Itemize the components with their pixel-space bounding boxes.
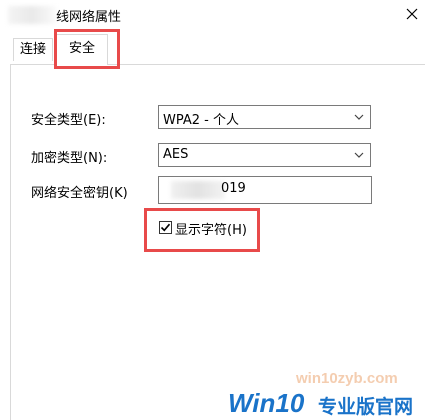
- close-icon[interactable]: [400, 2, 424, 26]
- watermark-brand-suffix: 专业版官网: [318, 396, 414, 418]
- security-type-select[interactable]: WPA2 - 个人: [158, 105, 371, 129]
- show-characters-label[interactable]: 显示字符(H): [175, 219, 247, 238]
- tab-security[interactable]: 安全: [56, 34, 108, 65]
- watermark-logo: Win10 专业版官网: [226, 388, 425, 419]
- chevron-down-icon: [354, 114, 364, 120]
- encryption-type-value: AES: [163, 147, 189, 162]
- blurred-title-prefix: [8, 6, 56, 24]
- window-title: 线网络属性: [56, 10, 122, 25]
- encryption-type-label: 加密类型(N):: [31, 151, 108, 166]
- show-characters-checkbox[interactable]: [159, 221, 172, 234]
- network-key-value: 019: [221, 181, 246, 196]
- network-key-label: 网络安全密钥(K): [31, 186, 128, 201]
- tab-connection[interactable]: 连接: [13, 38, 53, 61]
- watermark-site: win10zyb.com: [296, 370, 398, 387]
- encryption-type-select[interactable]: AES: [158, 143, 371, 167]
- network-key-input[interactable]: 019: [158, 176, 372, 204]
- checkmark-icon: [160, 223, 171, 232]
- watermark-brand: Win10: [228, 388, 305, 418]
- blurred-key-prefix: [171, 181, 225, 199]
- security-type-value: WPA2 - 个人: [163, 113, 239, 128]
- chevron-down-icon: [354, 152, 364, 158]
- title-bar: 线网络属性: [0, 0, 425, 32]
- security-type-label: 安全类型(E):: [31, 113, 106, 128]
